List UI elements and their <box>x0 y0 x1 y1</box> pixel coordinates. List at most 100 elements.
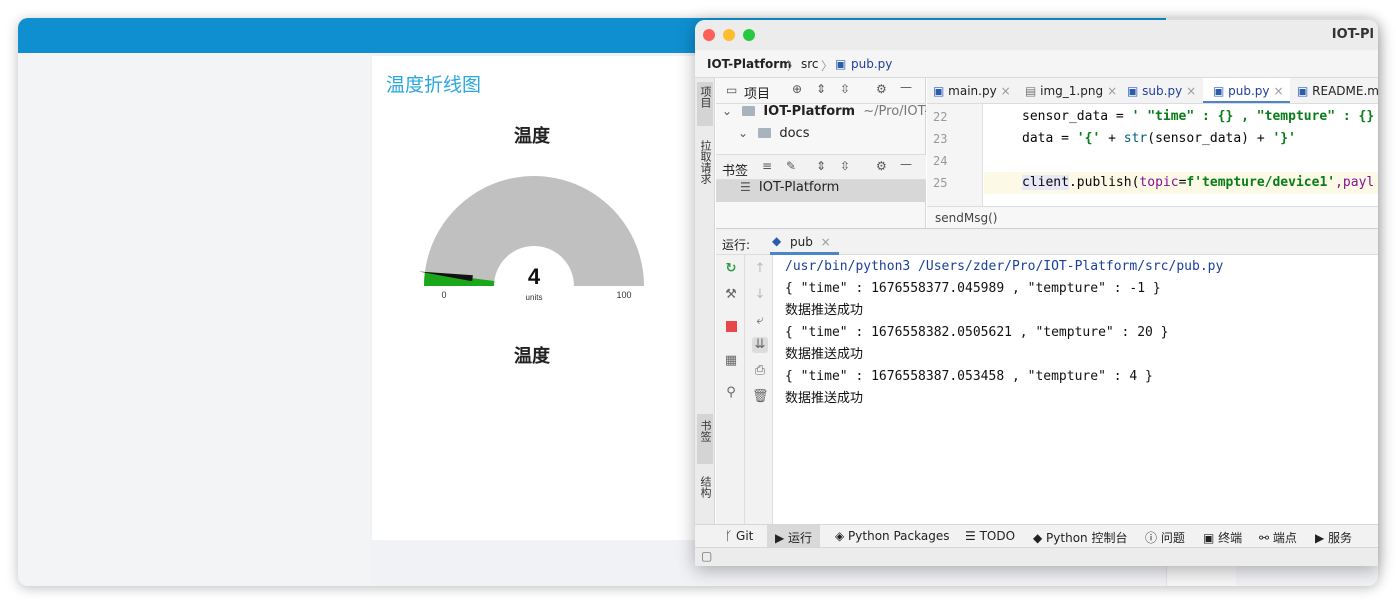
tab-structure[interactable]: 结构 <box>697 476 713 498</box>
edit-pencil-icon[interactable]: ✎ <box>786 159 796 173</box>
bookmark-list-item[interactable]: ☰ IOT-Platform <box>716 180 926 202</box>
editor-tab-sub[interactable]: ▣ sub.py × <box>1127 78 1196 103</box>
scroll-to-end-icon[interactable]: ⇊ <box>752 337 768 353</box>
list-icon: ☰ <box>740 180 751 194</box>
code-token: sensor_data = <box>1022 109 1132 124</box>
console-line: /usr/bin/python3 /Users/zder/Pro/IOT-Pla… <box>785 259 1224 274</box>
line-number: 22 <box>933 110 948 124</box>
expand-all-icon[interactable]: ⇕ <box>816 82 826 96</box>
hide-panel-icon[interactable]: — <box>900 80 912 94</box>
run-label: 运行: <box>722 238 751 252</box>
tool-label: 问题 <box>1160 531 1185 545</box>
tab-pull-requests[interactable]: 拉取请求 <box>697 140 713 184</box>
status-bar: ▢ <box>695 547 1378 566</box>
line-number: 25 <box>933 176 948 190</box>
breadcrumb-project[interactable]: IOT-Platform <box>707 57 792 71</box>
function-breadcrumb[interactable]: sendMsg() <box>927 206 1378 228</box>
bookmarks-panel-header: 书签 ≡ ✎ ⇕ ⇳ ⚙ — <box>716 154 926 180</box>
layers-icon: ◈ <box>835 529 849 543</box>
code-token: (sensor_data) + <box>1147 131 1273 146</box>
pin-icon[interactable]: ⚲ <box>723 385 739 401</box>
project-view-icon[interactable]: ▭ <box>726 83 737 97</box>
minimize-window-button[interactable] <box>723 29 735 41</box>
python-file-icon: ▣ <box>835 57 847 71</box>
run-tab-pub[interactable]: ◆ pub × <box>770 229 839 255</box>
run-console-output[interactable]: /usr/bin/python3 /Users/zder/Pro/IOT-Pla… <box>774 255 1378 524</box>
print-icon[interactable]: ⎙ <box>752 363 768 379</box>
editor-tab-readme[interactable]: ▣ README.m <box>1297 78 1378 103</box>
console-line: 数据推送成功 <box>785 347 864 362</box>
endpoints-tool-button[interactable]: ⚯ 端点 <box>1259 529 1297 546</box>
tool-label: 运行 <box>788 531 813 545</box>
image-file-icon: ▤ <box>1025 84 1041 98</box>
down-arrow-icon[interactable]: ↓ <box>752 287 768 303</box>
breadcrumb-file[interactable]: pub.py <box>851 57 892 71</box>
services-tool-button[interactable]: ▶ 服务 <box>1315 529 1352 546</box>
gear-icon[interactable]: ⚙ <box>876 159 887 173</box>
tree-docs-name: docs <box>779 126 810 141</box>
tree-row-root[interactable]: ⌄ IOT-Platform ~/Pro/IOT-Pla <box>716 104 926 126</box>
code-token: ,payl <box>1335 175 1375 190</box>
console-line: 数据推送成功 <box>785 303 864 318</box>
expand-all-icon[interactable]: ⇕ <box>816 159 826 173</box>
tool-label: 端点 <box>1272 531 1297 545</box>
tool-label: Python 控制台 <box>1046 531 1128 545</box>
gauge-min-label: 0 <box>441 290 446 300</box>
locate-icon[interactable]: ⊕ <box>792 82 802 96</box>
python-console-tool-button[interactable]: ◆ Python 控制台 <box>1033 529 1127 546</box>
project-panel-title: 项目 <box>744 87 771 102</box>
close-tab-icon[interactable]: × <box>1274 84 1284 98</box>
code-line-22: sensor_data = ' "time" : {} , "tempture"… <box>1022 106 1374 128</box>
gear-icon[interactable]: ⚙ <box>876 82 887 96</box>
tab-bookmarks[interactable]: 书签 <box>697 414 713 464</box>
console-line: { "time" : 1676558377.045989 , "tempture… <box>785 281 1161 296</box>
collapse-all-icon[interactable]: ⇳ <box>840 159 850 173</box>
zoom-window-button[interactable] <box>743 29 755 41</box>
bookmarks-panel-title: 书签 <box>722 164 749 179</box>
close-window-button[interactable] <box>703 29 715 41</box>
temperature-gauge: 4 units 0 100 <box>418 176 644 302</box>
console-line: { "time" : 1676558387.053458 , "tempture… <box>785 369 1153 384</box>
tree-row-docs[interactable]: ⌄ docs <box>716 126 926 148</box>
chevron-down-icon: ⌄ <box>738 126 749 140</box>
run-tab-label: pub <box>790 235 813 249</box>
toggle-tool-windows-icon[interactable]: ▢ <box>701 549 712 563</box>
tab-label: main.py <box>948 84 997 98</box>
git-tool-button[interactable]: ᚴ Git <box>725 529 753 543</box>
run-tool-button[interactable]: ▶ 运行 <box>767 525 821 547</box>
tab-label: img_1.png <box>1040 84 1104 98</box>
breadcrumb-separator-icon: 〉 <box>821 59 834 73</box>
close-tab-icon[interactable]: × <box>1107 84 1117 98</box>
problems-tool-button[interactable]: ⓘ 问题 <box>1145 529 1185 546</box>
stop-icon[interactable] <box>723 319 739 335</box>
chart-card: 温度折线图 温度 4 units 0 100 温度 <box>372 56 722 540</box>
todo-tool-button[interactable]: ☰ TODO <box>965 529 1015 543</box>
breadcrumb-folder[interactable]: src <box>801 57 819 71</box>
code-string: '}' <box>1272 131 1296 146</box>
tab-label: pub.py <box>1228 84 1270 98</box>
soft-wrap-icon[interactable]: ⤶ <box>752 313 768 329</box>
editor-tab-pub[interactable]: ▣ pub.py × <box>1203 78 1290 103</box>
editor-tab-img[interactable]: ▤ img_1.png × <box>1025 78 1117 103</box>
gauge-units-label: units <box>526 293 543 302</box>
close-tab-icon[interactable]: × <box>1186 84 1196 98</box>
tab-project[interactable]: 项目 <box>697 82 713 126</box>
hide-panel-icon[interactable]: — <box>900 157 912 171</box>
editor-tab-main[interactable]: ▣ main.py × <box>933 78 1011 103</box>
python-packages-tool-button[interactable]: ◈ Python Packages <box>835 529 949 543</box>
code-token: + <box>1100 131 1124 146</box>
up-arrow-icon[interactable]: ↑ <box>752 261 768 277</box>
code-token: .publish( <box>1068 175 1140 190</box>
layout-icon[interactable]: ▦ <box>723 353 739 369</box>
terminal-tool-button[interactable]: ▣ 终端 <box>1203 529 1242 546</box>
add-bookmark-icon[interactable]: ≡ <box>762 159 772 173</box>
rerun-icon[interactable]: ↻ <box>723 261 739 277</box>
screen: 温度折线图 温度 4 units 0 100 温度 IOT-Pl IOT-Pla… <box>0 0 1396 605</box>
close-tab-icon[interactable]: × <box>1001 84 1011 98</box>
collapse-all-icon[interactable]: ⇳ <box>840 82 850 96</box>
services-icon: ▶ <box>1315 531 1329 545</box>
close-tab-icon[interactable]: × <box>821 235 831 249</box>
trash-icon[interactable]: 🗑 <box>752 389 769 405</box>
wrench-icon[interactable]: ⚒ <box>723 287 739 303</box>
tool-label: 服务 <box>1328 531 1353 545</box>
